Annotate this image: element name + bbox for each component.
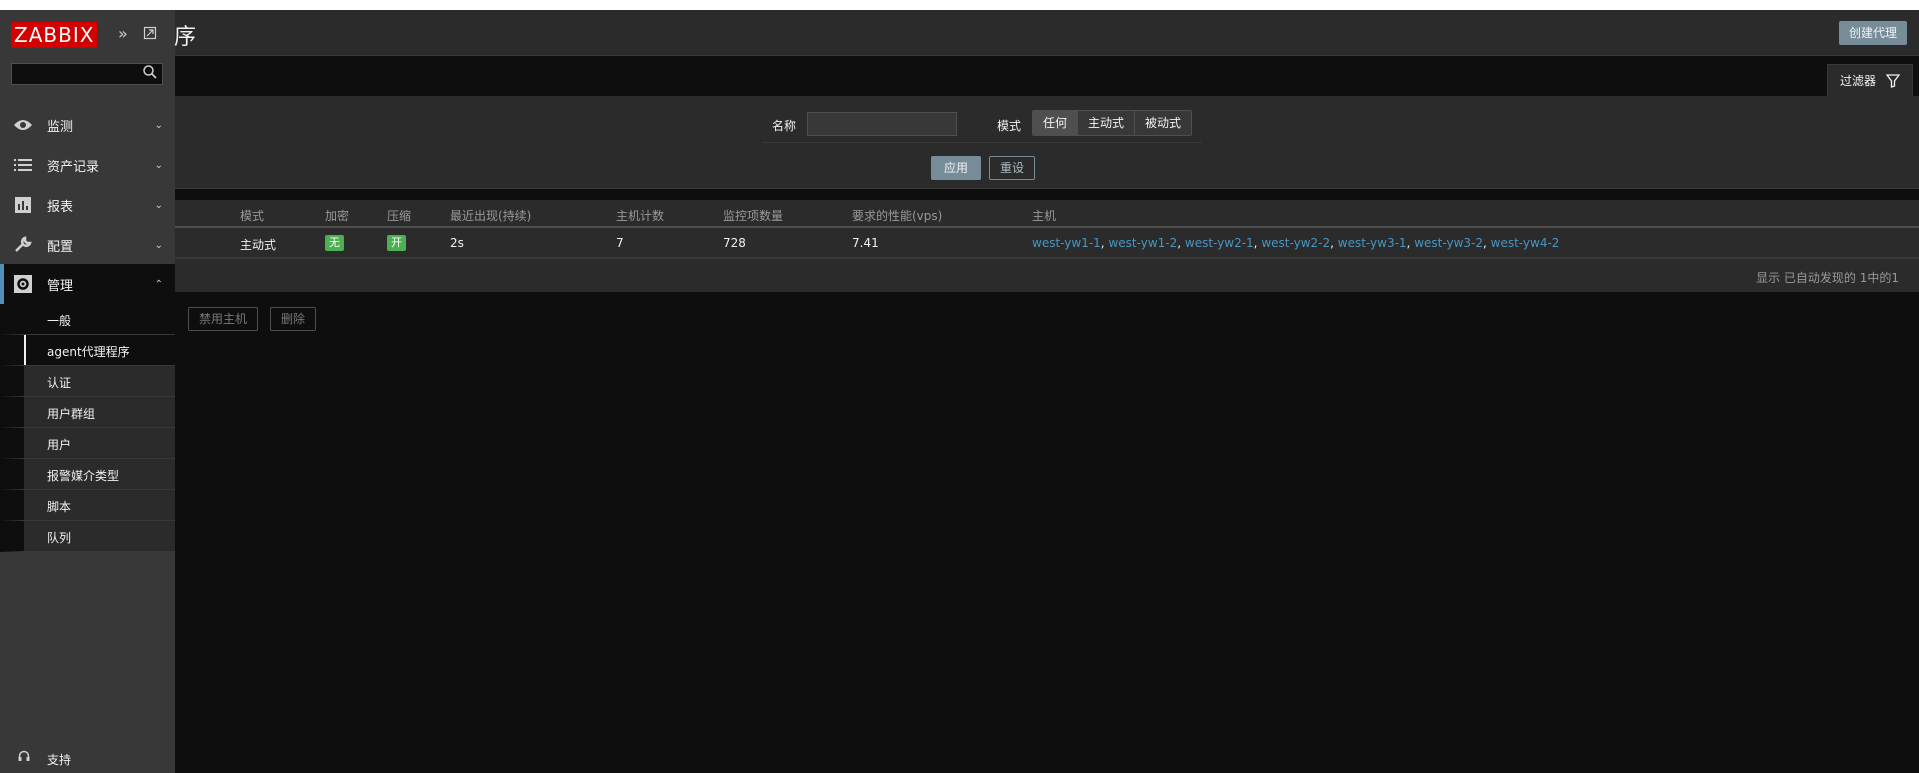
chevron-down-icon: ⌄ (154, 119, 163, 131)
row-hosts: west-yw1-1, west-yw1-2, west-yw2-1, west… (1032, 236, 1560, 250)
apply-button[interactable]: 应用 (931, 156, 982, 180)
sidebar: ZABBIX » 监测 ⌄ 资产记录 ⌄ 报表 ⌄ 配置 ⌄ 管理 ⌃ 一般 a… (0, 10, 175, 773)
submenu-item-user-groups[interactable]: 用户群组 (0, 397, 175, 428)
host-link[interactable]: west-yw1-2 (1108, 236, 1177, 250)
chevron-down-icon: ⌄ (154, 239, 163, 251)
filter-tab-label: 过滤器 (1839, 73, 1876, 88)
table-stats: 显示 已自动发现的 1中的1 (1756, 271, 1899, 285)
chevron-up-icon: ⌃ (154, 278, 163, 290)
search-icon[interactable] (142, 64, 160, 84)
col-last-seen[interactable]: 最近出现(持续) (450, 207, 531, 224)
host-link[interactable]: west-yw2-1 (1185, 236, 1254, 250)
filter-name-label: 名称 (772, 119, 797, 133)
filter-mode-segmented: 任何 主动式 被动式 (1032, 110, 1193, 136)
col-encryption: 加密 (325, 209, 350, 223)
main-content: 序 创建代理 过滤器 名称 模式 任何 主动式 被动式 应用 重设 模式 加密 … (0, 10, 1919, 773)
host-link[interactable]: west-yw2-2 (1261, 236, 1330, 250)
filter-name-input[interactable] (807, 112, 957, 136)
submenu-item-authentication[interactable]: 认证 (0, 366, 175, 397)
submenu-item-label: 队列 (47, 531, 72, 545)
gear-icon (12, 274, 34, 294)
filter-tabbar: 过滤器 (0, 56, 1919, 96)
administration-submenu: 一般 agent代理程序 认证 用户群组 用户 报警媒介类型 脚本 队列 (0, 304, 175, 552)
sidebar-search-input[interactable] (11, 63, 163, 85)
chevron-down-icon: ⌄ (154, 199, 163, 211)
col-compression: 压缩 (387, 209, 412, 223)
support-label: 支持 (47, 753, 72, 767)
sidebar-item-label: 报表 (47, 199, 74, 215)
filter-divider (762, 142, 1202, 143)
submenu-item-label: 认证 (47, 376, 72, 390)
mode-option-any[interactable]: 任何 (1033, 111, 1079, 135)
delete-button[interactable]: 删除 (270, 307, 317, 331)
row-required-performance: 7.41 (852, 236, 879, 250)
filter-mode-label: 模式 (997, 119, 1022, 133)
col-mode[interactable]: 模式 (240, 207, 264, 224)
collapse-sidebar-icon[interactable]: » (118, 24, 128, 43)
sidebar-item-label: 管理 (47, 278, 74, 294)
page-title: 序 (174, 25, 197, 50)
submenu-item-label: 一般 (47, 314, 72, 328)
submenu-item-scripts[interactable]: 脚本 (0, 490, 175, 521)
col-item-count: 监控项数量 (723, 209, 784, 223)
sidebar-item-administration[interactable]: 管理 ⌃ (0, 264, 175, 304)
bar-chart-icon (12, 195, 34, 215)
sidebar-item-label: 监测 (47, 119, 74, 135)
submenu-item-label: agent代理程序 (47, 345, 130, 359)
reset-button[interactable]: 重设 (989, 156, 1036, 180)
submenu-item-queue[interactable]: 队列 (0, 521, 175, 552)
host-link[interactable]: west-yw4-2 (1491, 236, 1560, 250)
sidebar-item-monitoring[interactable]: 监测 ⌄ (0, 105, 175, 145)
col-required-performance: 要求的性能(vps) (852, 209, 943, 223)
submenu-item-label: 用户群组 (47, 407, 96, 421)
submenu-item-label: 脚本 (47, 500, 72, 514)
submenu-item-media-types[interactable]: 报警媒介类型 (0, 459, 175, 490)
filter-tab[interactable]: 过滤器 (1826, 64, 1913, 96)
host-link[interactable]: west-yw1-1 (1032, 236, 1101, 250)
row-item-count: 728 (723, 236, 746, 250)
sidebar-item-reports[interactable]: 报表 ⌄ (0, 185, 175, 225)
proxy-table: 模式 加密 压缩 最近出现(持续) 主机计数 监控项数量 要求的性能(vps) … (0, 200, 1919, 292)
col-hosts: 主机 (1032, 209, 1057, 223)
browser-top-strip (0, 0, 1919, 10)
host-link[interactable]: west-yw3-2 (1414, 236, 1483, 250)
chevron-down-icon: ⌄ (154, 159, 163, 171)
sidebar-item-inventory[interactable]: 资产记录 ⌄ (0, 145, 175, 185)
list-icon (12, 155, 34, 175)
create-proxy-button[interactable]: 创建代理 (1838, 21, 1907, 45)
submenu-item-label: 用户 (47, 438, 72, 452)
submenu-item-general[interactable]: 一般 (0, 304, 175, 335)
filter-panel: 名称 模式 任何 主动式 被动式 应用 重设 (0, 96, 1919, 189)
encryption-badge: 无 (325, 235, 344, 251)
table-row: 主动式 无 开 2s 7 728 7.41 west-yw1-1, west-y… (0, 228, 1919, 258)
table-header: 模式 加密 压缩 最近出现(持续) 主机计数 监控项数量 要求的性能(vps) … (0, 200, 1919, 228)
kiosk-mode-icon[interactable] (143, 25, 157, 44)
row-last-seen: 2s (450, 236, 464, 250)
encryption-badge-label: 无 (325, 235, 344, 251)
sidebar-item-label: 资产记录 (47, 159, 100, 175)
filter-icon (1886, 73, 1900, 88)
submenu-item-users[interactable]: 用户 (0, 428, 175, 459)
col-host-count: 主机计数 (616, 209, 665, 223)
submenu-item-label: 报警媒介类型 (47, 469, 120, 483)
page-header: 序 创建代理 (0, 10, 1919, 56)
sidebar-item-support[interactable]: 支持 (0, 743, 175, 773)
zabbix-logo[interactable]: ZABBIX (11, 22, 98, 48)
disable-hosts-button[interactable]: 禁用主机 (188, 307, 259, 331)
headset-icon (18, 750, 30, 766)
wrench-icon (12, 235, 34, 255)
mode-option-passive[interactable]: 被动式 (1135, 111, 1192, 135)
host-link[interactable]: west-yw3-1 (1338, 236, 1407, 250)
compression-badge: 开 (387, 235, 406, 251)
eye-icon (12, 115, 34, 135)
row-host-count: 7 (616, 236, 624, 250)
compression-badge-label: 开 (387, 235, 406, 251)
table-footer: 显示 已自动发现的 1中的1 (0, 258, 1919, 292)
sidebar-item-label: 配置 (47, 239, 74, 255)
sidebar-item-configuration[interactable]: 配置 ⌄ (0, 225, 175, 265)
submenu-item-proxies[interactable]: agent代理程序 (0, 335, 175, 366)
row-mode: 主动式 (240, 238, 277, 252)
mode-option-active[interactable]: 主动式 (1078, 111, 1136, 135)
